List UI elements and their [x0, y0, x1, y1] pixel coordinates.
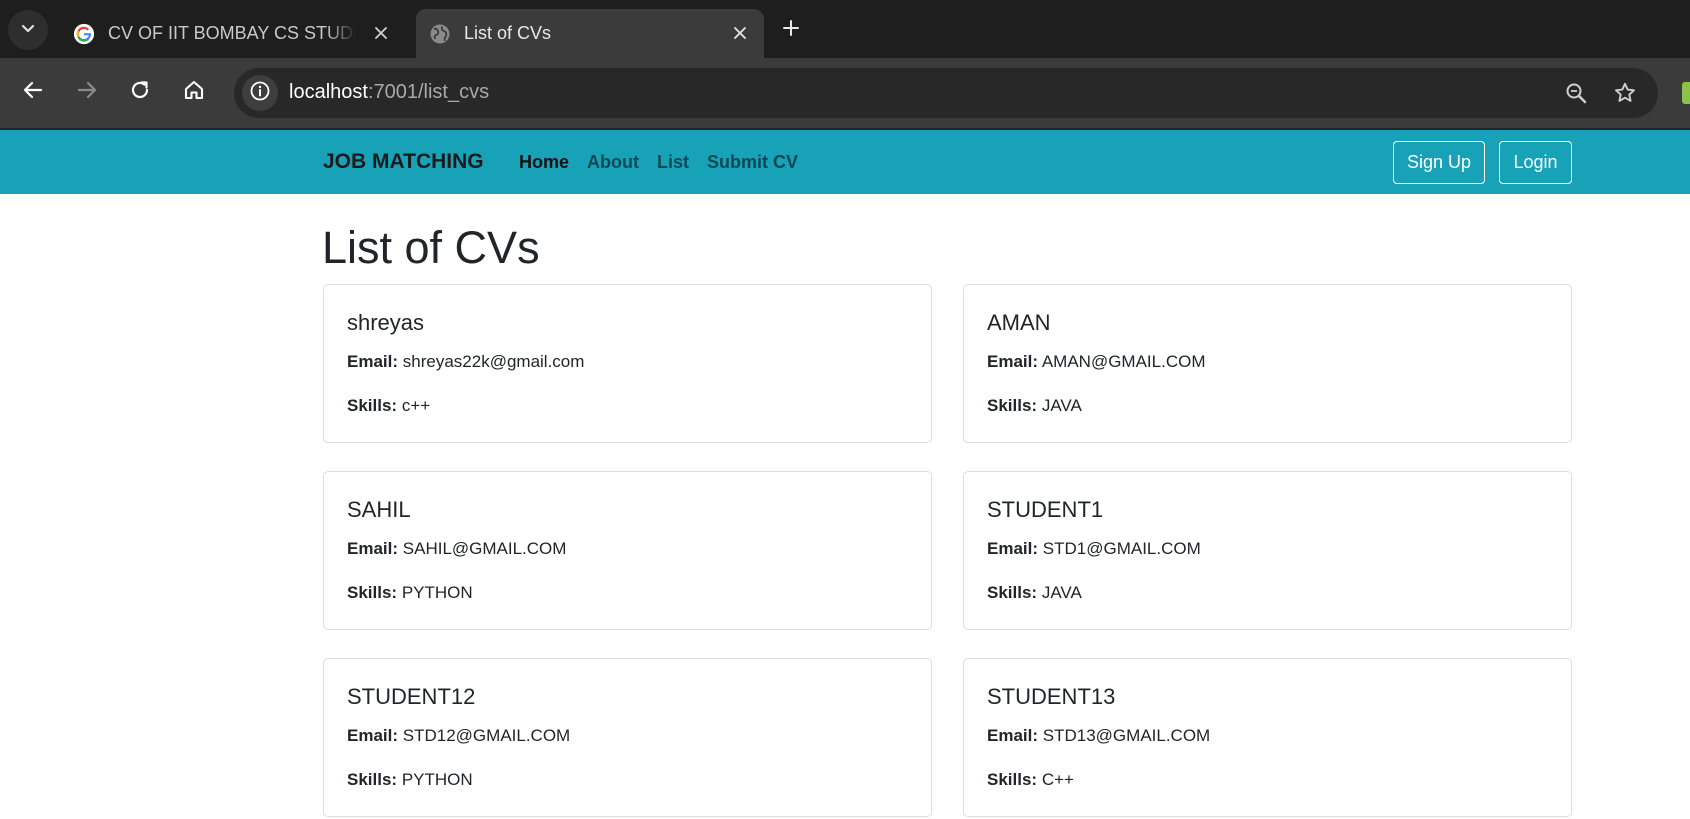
info-icon [249, 80, 271, 107]
cv-email: SAHIL@GMAIL.COM [402, 539, 567, 558]
cv-email-line: Email: AMAN@GMAIL.COM [987, 352, 1548, 372]
cv-card: STUDENT12 Email: STD12@GMAIL.COM Skills:… [323, 658, 932, 817]
cv-email: STD13@GMAIL.COM [1042, 726, 1211, 745]
reload-button[interactable] [120, 72, 160, 112]
cv-email: STD1@GMAIL.COM [1042, 539, 1201, 558]
cv-card: SAHIL Email: SAHIL@GMAIL.COM Skills: PYT… [323, 471, 932, 630]
zoom-icon[interactable] [1562, 79, 1590, 107]
site-info-button[interactable] [242, 75, 278, 111]
browser-tab-list-cvs[interactable]: List of CVs [416, 9, 764, 58]
tab-title: List of CVs [464, 23, 552, 43]
cv-list: shreyas Email: shreyas22k@gmail.com Skil… [323, 284, 1572, 817]
cv-skills-line: Skills: PYTHON [347, 583, 908, 603]
skills-label: Skills: [347, 396, 398, 415]
cv-skills-line: Skills: C++ [987, 770, 1548, 790]
nav-link-home[interactable]: Home [519, 152, 569, 173]
cv-card: AMAN Email: AMAN@GMAIL.COM Skills: JAVA [963, 284, 1572, 443]
new-tab-button[interactable] [775, 14, 807, 46]
cv-name: STUDENT13 [987, 684, 1116, 709]
arrow-right-icon [76, 79, 98, 106]
cv-email-line: Email: shreyas22k@gmail.com [347, 352, 908, 372]
skills-label: Skills: [987, 770, 1038, 789]
skills-label: Skills: [347, 583, 398, 602]
arrow-left-icon [22, 79, 44, 106]
skills-label: Skills: [987, 396, 1038, 415]
email-label: Email: [347, 726, 399, 745]
cv-name: AMAN [987, 310, 1051, 335]
navbar-brand[interactable]: JOB MATCHING [323, 150, 484, 174]
cv-email: STD12@GMAIL.COM [402, 726, 571, 745]
email-label: Email: [987, 539, 1039, 558]
home-icon [183, 79, 205, 106]
address-bar[interactable]: localhost:7001/list_cvs [234, 68, 1658, 118]
email-label: Email: [987, 352, 1039, 371]
page-title: List of CVs [322, 222, 540, 273]
cv-name: SAHIL [347, 497, 411, 522]
cv-name: STUDENT1 [987, 497, 1104, 522]
url-host: localhost [289, 81, 368, 103]
cv-skills: PYTHON [401, 583, 473, 602]
cv-card: STUDENT1 Email: STD1@GMAIL.COM Skills: J… [963, 471, 1572, 630]
cv-name: shreyas [347, 310, 425, 335]
home-button[interactable] [174, 72, 214, 112]
extension-icon[interactable] [1682, 82, 1690, 104]
cv-email-line: Email: SAHIL@GMAIL.COM [347, 539, 908, 559]
email-label: Email: [987, 726, 1039, 745]
cv-skills: PYTHON [401, 770, 473, 789]
cv-skills: c++ [401, 396, 431, 415]
cv-card: shreyas Email: shreyas22k@gmail.com Skil… [323, 284, 932, 443]
tab-search-button[interactable] [8, 10, 48, 50]
cv-card: STUDENT13 Email: STD13@GMAIL.COM Skills:… [963, 658, 1572, 817]
browser-tab-strip: CV OF IIT BOMBAY CS STUDENT List of CVs [0, 0, 1690, 58]
chevron-down-icon [20, 20, 36, 41]
forward-button[interactable] [67, 72, 107, 112]
cv-email-line: Email: STD13@GMAIL.COM [987, 726, 1548, 746]
reload-icon [129, 79, 151, 106]
close-icon[interactable] [369, 21, 393, 45]
nav-link-list[interactable]: List [657, 152, 689, 173]
cv-email: shreyas22k@gmail.com [402, 352, 585, 371]
cv-email-line: Email: STD12@GMAIL.COM [347, 726, 908, 746]
url-path: :7001/list_cvs [367, 81, 490, 103]
nav-link-submit-cv[interactable]: Submit CV [707, 152, 798, 173]
cv-skills-line: Skills: PYTHON [347, 770, 908, 790]
url-text[interactable]: localhost:7001/list_cvs [289, 81, 489, 104]
tab-title: CV OF IIT BOMBAY CS STUDENT [108, 23, 356, 43]
login-button[interactable]: Login [1499, 141, 1572, 184]
cv-skills-line: Skills: JAVA [987, 396, 1548, 416]
browser-toolbar: localhost:7001/list_cvs [0, 58, 1690, 130]
cv-skills: JAVA [1041, 583, 1082, 602]
plus-icon [782, 19, 800, 42]
skills-label: Skills: [347, 770, 398, 789]
star-icon[interactable] [1611, 79, 1639, 107]
email-label: Email: [347, 352, 399, 371]
skills-label: Skills: [987, 583, 1038, 602]
close-icon[interactable] [728, 21, 752, 45]
back-button[interactable] [13, 72, 53, 112]
sign-up-button[interactable]: Sign Up [1393, 141, 1485, 184]
site-navbar: JOB MATCHING Home About List Submit CV S… [0, 130, 1690, 194]
globe-icon [428, 22, 452, 46]
cv-email: AMAN@GMAIL.COM [1041, 352, 1206, 371]
cv-skills-line: Skills: JAVA [987, 583, 1548, 603]
cv-email-line: Email: STD1@GMAIL.COM [987, 539, 1548, 559]
google-g-icon [72, 22, 96, 46]
browser-tab-cv-iit[interactable]: CV OF IIT BOMBAY CS STUDENT [60, 9, 405, 58]
cv-skills: JAVA [1041, 396, 1082, 415]
cv-skills-line: Skills: c++ [347, 396, 908, 416]
cv-name: STUDENT12 [347, 684, 476, 709]
cv-skills: C++ [1041, 770, 1074, 789]
nav-link-about[interactable]: About [587, 152, 639, 173]
nav-links: Home About List Submit CV [519, 152, 816, 173]
email-label: Email: [347, 539, 399, 558]
